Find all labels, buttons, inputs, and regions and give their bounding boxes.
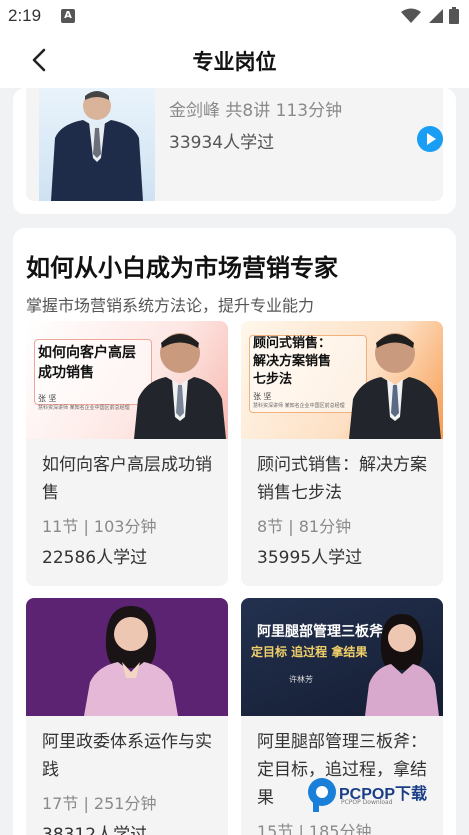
watermark-sub: PCPOP Download [341,799,393,806]
instructor-figure [365,614,439,716]
course-meta: 8节 | 81分钟 [257,517,352,536]
thumbnail-instructor: 许林芳 [289,675,313,684]
instructor-photo [39,88,155,201]
battery-icon [449,7,459,24]
section-card: 如何从小白成为市场营销专家 掌握市场营销系统方法论，提升专业能力 如何向客户高层… [13,228,456,835]
section-subtitle: 掌握市场营销系统方法论，提升专业能力 [26,296,315,315]
course-learners: 22586人学过 [42,548,148,568]
course-thumbnail: 阿里腿部管理三板斧 定目标 追过程 拿结果 许林芳 [241,598,443,716]
system-icons [401,7,459,24]
page-title: 专业岗位 [192,50,277,74]
course-meta: 17节 | 251分钟 [42,794,157,813]
thumbnail-desc: 慧科资深讲师 某知名企业中国区前总经理 [253,403,345,409]
course-card[interactable]: 顾问式销售： 解决方案销售 七步法 张 坚 慧科资深讲师 某知名企业中国区前总经… [241,321,443,586]
thumbnail-title: 顾问式销售： 解决方案销售 七步法 [253,336,332,387]
watermark-logo: PCPOP下载 PCPOP Download [305,772,465,818]
course-thumbnail [26,598,228,716]
course-meta: 15节 | 185分钟 [257,822,372,835]
course-learners: 35995人学过 [257,548,363,568]
course-learners: 38312人学过 [42,825,148,835]
course-card[interactable]: 如何向客户高层 成功销售 张 坚 慧科资深讲师 某知名企业中国区前总经理 如何向… [26,321,228,586]
thumbnail-instructor: 张 坚 [253,392,272,401]
section-title: 如何从小白成为市场营销专家 [26,253,338,282]
course-title: 阿里政委体系运作与实践 [42,732,212,780]
course-title: 顾问式销售：解决方案销售七步法 [257,455,427,503]
app-bar: 专业岗位 [0,32,469,88]
course-learners: 33934人学过 [169,133,275,153]
course-meta: 11节 | 103分钟 [42,517,157,536]
course-title: 如何向客户高层成功销售 [42,455,212,503]
instructor-figure [134,333,226,439]
status-bar: 2:19 A [0,0,469,32]
notification-a-icon: A [61,9,75,23]
course-card[interactable]: 阿里政委体系运作与实践 17节 | 251分钟 38312人学过 [26,598,228,835]
previous-course-item[interactable]: 金剑峰 共8讲 113分钟 33934人学过 [26,88,443,201]
play-button[interactable] [417,126,443,152]
course-thumbnail: 顾问式销售： 解决方案销售 七步法 张 坚 慧科资深讲师 某知名企业中国区前总经… [241,321,443,439]
thumbnail-title: 如何向客户高层 成功销售 [38,345,136,381]
instructor-figure [349,333,441,439]
previous-course-card: 金剑峰 共8讲 113分钟 33934人学过 [13,88,456,214]
signal-icon [429,8,443,23]
course-author-info: 金剑峰 共8讲 113分钟 [169,101,343,121]
course-thumbnail: 如何向客户高层 成功销售 张 坚 慧科资深讲师 某知名企业中国区前总经理 [26,321,228,439]
instructor-figure [51,91,143,201]
thumbnail-desc: 慧科资深讲师 某知名企业中国区前总经理 [38,405,130,411]
thumbnail-instructor: 张 坚 [38,394,57,403]
pcpop-logo-icon [308,778,336,812]
thumbnail-subtitle: 定目标 追过程 拿结果 [251,645,368,659]
status-time: 2:19 [8,6,42,25]
wifi-icon [401,8,421,23]
instructor-figure [84,606,178,716]
